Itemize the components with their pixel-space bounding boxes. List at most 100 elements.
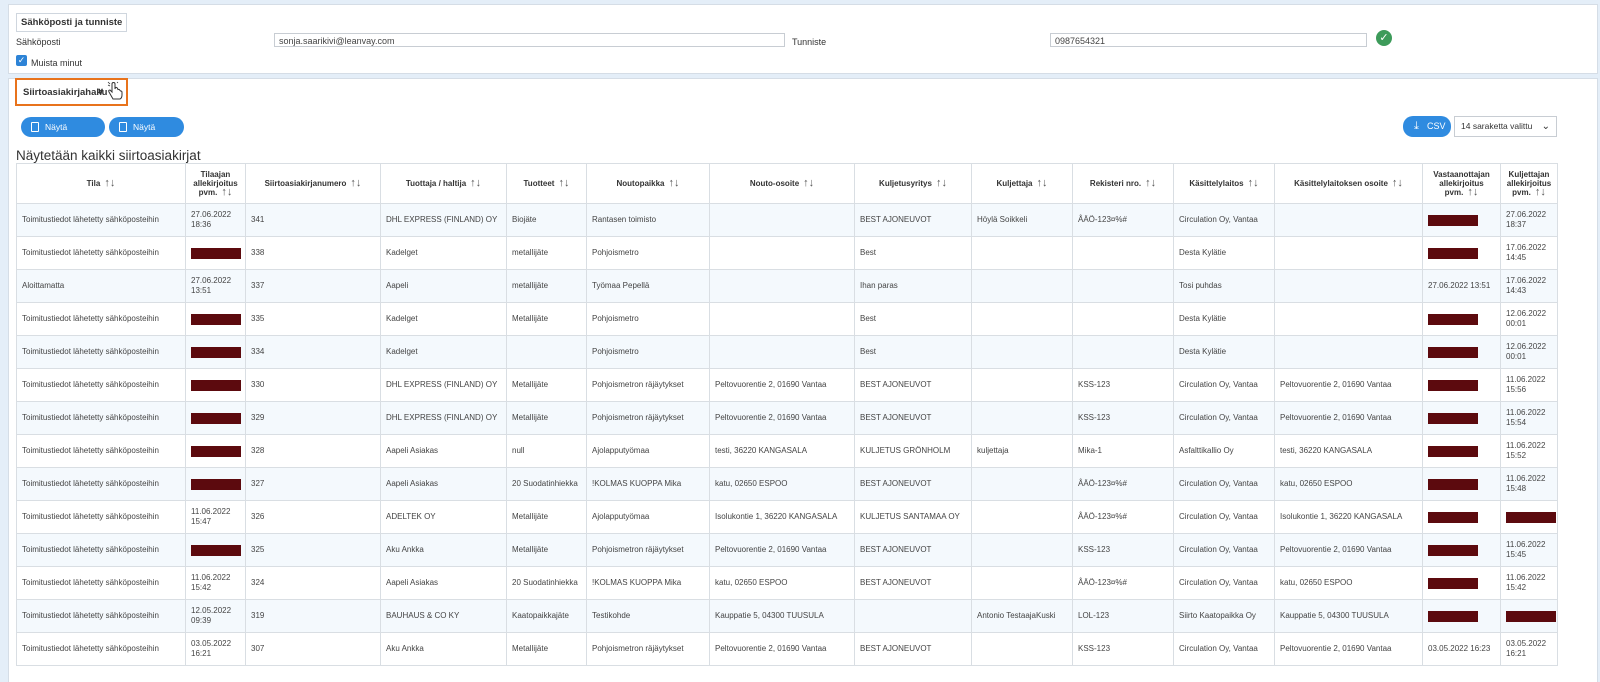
- table-cell: [971, 269, 1073, 303]
- table-cell: Testikohde: [586, 599, 710, 633]
- table-cell: testi, 36220 KANGASALA: [1274, 434, 1423, 468]
- table-cell: 12.06.2022 00:01: [1500, 302, 1558, 336]
- table-cell: [971, 500, 1073, 534]
- table-cell: [1422, 335, 1501, 369]
- table-row[interactable]: Aloittamatta 27.06.2022 13:51 337 Aapeli met…: [16, 269, 1558, 303]
- table-cell: DHL EXPRESS (FINLAND) OY: [380, 203, 507, 237]
- table-cell: [1422, 236, 1501, 270]
- table-cell: 17.06.2022 14:43: [1500, 269, 1558, 303]
- sort-icon[interactable]: ↑↓: [1037, 177, 1048, 189]
- column-header[interactable]: Kuljettaja ↑↓: [971, 163, 1073, 204]
- table-row[interactable]: Toimitustiedot lähetetty sähköposteihin 3…: [16, 401, 1558, 435]
- column-header[interactable]: Kuljetusyritys ↑↓: [854, 163, 972, 204]
- search-section-toggle[interactable]: Siirtoasiakirjahaku ∨: [15, 78, 128, 106]
- id-input[interactable]: 0987654321: [1050, 33, 1367, 47]
- table-row[interactable]: Toimitustiedot lähetetty sähköposteihin 3…: [16, 434, 1558, 468]
- column-header[interactable]: Käsittelylaitos ↑↓: [1173, 163, 1275, 204]
- column-header[interactable]: Kuljettajan allekirjoitus pvm. ↑↓: [1500, 163, 1558, 204]
- show-all-button[interactable]: Näytä kaikki: [109, 117, 184, 152]
- table-cell: [971, 566, 1073, 600]
- table-cell: [185, 467, 246, 501]
- sort-icon[interactable]: ↑↓: [558, 177, 569, 189]
- show-open-button[interactable]: Näytä avoimet: [21, 117, 105, 152]
- sort-icon[interactable]: ↑↓: [1535, 186, 1546, 198]
- table-cell: Toimitustiedot lähetetty sähköposteihin: [16, 335, 186, 369]
- sort-icon[interactable]: ↑↓: [1392, 177, 1403, 189]
- sort-icon[interactable]: ↑↓: [936, 177, 947, 189]
- sort-icon[interactable]: ↑↓: [1248, 177, 1259, 189]
- redacted-block: [191, 544, 241, 556]
- column-header[interactable]: Tila ↑↓: [16, 163, 186, 204]
- table-cell: [1274, 236, 1423, 270]
- table-row[interactable]: Toimitustiedot lähetetty sähköposteihin 1…: [16, 500, 1558, 534]
- sort-icon[interactable]: ↑↓: [803, 177, 814, 189]
- table-row[interactable]: Toimitustiedot lähetetty sähköposteihin 1…: [16, 599, 1558, 633]
- table-row[interactable]: Toimitustiedot lähetetty sähköposteihin 3…: [16, 368, 1558, 402]
- sort-icon[interactable]: ↑↓: [1467, 186, 1478, 198]
- table-row[interactable]: Toimitustiedot lähetetty sähköposteihin 0…: [16, 632, 1558, 666]
- table-cell: Aku Ankka: [380, 533, 507, 567]
- column-header-label: Nouto-osoite: [749, 179, 800, 188]
- table-cell: Kadelget: [380, 236, 507, 270]
- table-cell: Toimitustiedot lähetetty sähköposteihin: [16, 500, 186, 534]
- column-header[interactable]: Tuottaja / haltija ↑↓: [380, 163, 507, 204]
- hand-pointer-icon: [107, 81, 123, 100]
- email-input[interactable]: sonja.saarikivi@leanvay.com: [274, 33, 785, 47]
- column-header[interactable]: Rekisteri nro. ↑↓: [1072, 163, 1174, 204]
- column-header[interactable]: Nouto-osoite ↑↓: [709, 163, 855, 204]
- table-cell: 20 Suodatinhiekka: [506, 566, 587, 600]
- table-cell: 20 Suodatinhiekka: [506, 467, 587, 501]
- table-row[interactable]: Toimitustiedot lähetetty sähköposteihin 3…: [16, 236, 1558, 270]
- table-cell: metallijäte: [506, 269, 587, 303]
- table-cell: Metallijäte: [506, 632, 587, 666]
- table-cell: katu, 02650 ESPOO: [709, 467, 855, 501]
- sort-icon[interactable]: ↑↓: [350, 177, 361, 189]
- table-cell: BEST AJONEUVOT: [854, 632, 972, 666]
- sort-icon[interactable]: ↑↓: [669, 177, 680, 189]
- table-cell: 341: [245, 203, 381, 237]
- table-cell: Toimitustiedot lähetetty sähköposteihin: [16, 467, 186, 501]
- column-header[interactable]: Vastaanottajan allekirjoitus pvm. ↑↓: [1422, 163, 1501, 204]
- table-cell: ÅÄÖ-123¤%#: [1072, 203, 1174, 237]
- table-cell: Circulation Oy, Vantaa: [1173, 467, 1275, 501]
- column-header-label: Käsittelylaitoksen osoite: [1294, 179, 1388, 188]
- table-row[interactable]: Toimitustiedot lähetetty sähköposteihin 1…: [16, 566, 1558, 600]
- table-cell: [185, 434, 246, 468]
- search-legend-label: Siirtoasiakirjahaku: [23, 87, 108, 98]
- table-cell: 335: [245, 302, 381, 336]
- table-cell: DHL EXPRESS (FINLAND) OY: [380, 368, 507, 402]
- table-cell: [709, 203, 855, 237]
- column-header[interactable]: Tilaajan allekirjoitus pvm. ↑↓: [185, 163, 246, 204]
- table-cell: [185, 335, 246, 369]
- sort-icon[interactable]: ↑↓: [470, 177, 481, 189]
- table-cell: [1422, 533, 1501, 567]
- column-header[interactable]: Noutopaikka ↑↓: [586, 163, 710, 204]
- csv-export-button[interactable]: ⤓ CSV: [1403, 116, 1451, 137]
- document-icon: [31, 122, 39, 132]
- chevron-down-icon: ∨: [97, 86, 105, 96]
- table-row[interactable]: Toimitustiedot lähetetty sähköposteihin 2…: [16, 203, 1558, 237]
- sort-icon[interactable]: ↑↓: [104, 177, 115, 189]
- remember-checkbox[interactable]: ✓: [16, 55, 27, 66]
- table-cell: Pohjoismetron räjäytykset: [586, 401, 710, 435]
- table-row[interactable]: Toimitustiedot lähetetty sähköposteihin 3…: [16, 533, 1558, 567]
- documents-table: Tila ↑↓ Tilaajan allekirjoitus pvm. ↑↓ Siirt…: [16, 163, 1558, 666]
- sort-icon[interactable]: ↑↓: [1145, 177, 1156, 189]
- sort-icon[interactable]: ↑↓: [221, 186, 232, 198]
- table-row[interactable]: Toimitustiedot lähetetty sähköposteihin 3…: [16, 302, 1558, 336]
- column-select[interactable]: 14 saraketta valittu ⌄: [1454, 116, 1557, 137]
- table-cell: 337: [245, 269, 381, 303]
- table-cell: Aapeli Asiakas: [380, 467, 507, 501]
- table-cell: Peltovuorentie 2, 01690 Vantaa: [709, 401, 855, 435]
- table-cell: [1422, 401, 1501, 435]
- column-header-label: Kuljetusyritys: [879, 179, 932, 188]
- column-header[interactable]: Tuotteet ↑↓: [506, 163, 587, 204]
- table-cell: KSS-123: [1072, 368, 1174, 402]
- table-row[interactable]: Toimitustiedot lähetetty sähköposteihin 3…: [16, 467, 1558, 501]
- table-cell: Asfalttikallio Oy: [1173, 434, 1275, 468]
- column-header[interactable]: Käsittelylaitoksen osoite ↑↓: [1274, 163, 1423, 204]
- table-cell: kuljettaja: [971, 434, 1073, 468]
- table-cell: Metallijäte: [506, 401, 587, 435]
- column-header[interactable]: Siirtoasiakirjanumero ↑↓: [245, 163, 381, 204]
- table-row[interactable]: Toimitustiedot lähetetty sähköposteihin 3…: [16, 335, 1558, 369]
